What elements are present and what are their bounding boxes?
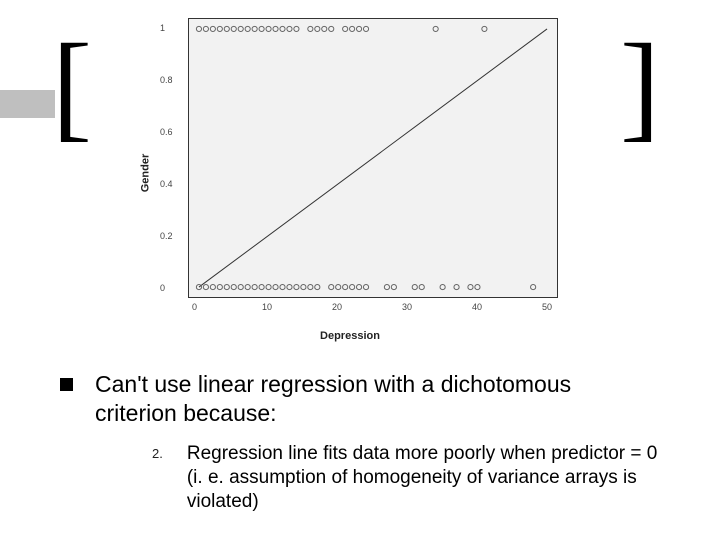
chart-y-axis-label: Gender xyxy=(139,154,151,193)
chart-y-tick: 0.8 xyxy=(160,75,173,85)
bullet-main-text: Can't use linear regression with a dicho… xyxy=(95,370,655,428)
sub-bullet-number: 2. xyxy=(152,442,163,461)
chart-x-tick: 50 xyxy=(542,302,552,312)
decor-gray-bar xyxy=(0,90,55,118)
chart-y-tick: 1 xyxy=(160,23,165,33)
square-bullet-icon xyxy=(60,378,73,391)
sub-bullet-item: 2. Regression line fits data more poorly… xyxy=(152,442,680,515)
chart-y-tick: 0.6 xyxy=(160,127,173,137)
chart-x-tick: 10 xyxy=(262,302,272,312)
chart: Gender 00.20.40.60.81 01020304050 Depres… xyxy=(130,8,570,338)
chart-x-tick: 0 xyxy=(192,302,197,312)
decor-left-bracket: [ xyxy=(52,26,92,146)
chart-y-tick: 0.2 xyxy=(160,231,173,241)
sub-bullet-text: Regression line fits data more poorly wh… xyxy=(187,442,677,515)
chart-x-tick: 40 xyxy=(472,302,482,312)
chart-x-tick: 20 xyxy=(332,302,342,312)
chart-y-tick: 0 xyxy=(160,283,165,293)
chart-y-tick: 0.4 xyxy=(160,179,173,189)
chart-x-axis-label: Depression xyxy=(130,330,570,342)
chart-svg xyxy=(189,19,557,297)
bullet-item: Can't use linear regression with a dicho… xyxy=(60,370,680,428)
chart-plot-area xyxy=(188,18,558,298)
decor-right-bracket: ] xyxy=(620,26,660,146)
chart-x-tick: 30 xyxy=(402,302,412,312)
notes-block: Can't use linear regression with a dicho… xyxy=(60,370,680,514)
